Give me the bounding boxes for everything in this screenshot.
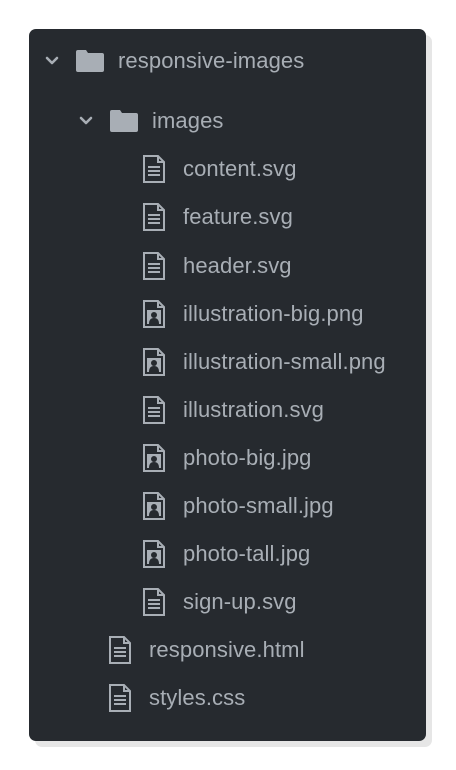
tree-file-content-svg[interactable]: content.svg bbox=[141, 145, 297, 193]
folder-icon bbox=[109, 109, 139, 133]
tree-file-header-svg[interactable]: header.svg bbox=[141, 242, 292, 290]
tree-file-label: styles.css bbox=[149, 685, 246, 710]
tree-folder-responsive-images[interactable]: responsive-images bbox=[41, 37, 304, 85]
text-file-icon bbox=[141, 588, 167, 616]
tree-file-label: illustration.svg bbox=[183, 397, 324, 422]
tree-file-responsive-html[interactable]: responsive.html bbox=[107, 626, 305, 674]
text-file-icon bbox=[107, 684, 133, 712]
tree-file-label: illustration-big.png bbox=[183, 301, 364, 326]
tree-file-photo-small-jpg[interactable]: photo-small.jpg bbox=[141, 482, 334, 530]
tree-folder-label: images bbox=[152, 108, 224, 133]
tree-file-photo-big-jpg[interactable]: photo-big.jpg bbox=[141, 434, 312, 482]
image-file-icon bbox=[141, 300, 167, 328]
tree-file-label: responsive.html bbox=[149, 637, 305, 662]
text-file-icon bbox=[141, 396, 167, 424]
tree-file-sign-up-svg[interactable]: sign-up.svg bbox=[141, 578, 297, 626]
tree-file-label: content.svg bbox=[183, 156, 297, 181]
tree-file-feature-svg[interactable]: feature.svg bbox=[141, 193, 293, 241]
image-file-icon bbox=[141, 444, 167, 472]
tree-file-illustration-small-png[interactable]: illustration-small.png bbox=[141, 338, 386, 386]
tree-file-styles-css[interactable]: styles.css bbox=[107, 674, 245, 722]
tree-file-label: illustration-small.png bbox=[183, 349, 386, 374]
tree-file-label: photo-big.jpg bbox=[183, 445, 312, 470]
file-tree-panel: responsive-images images content.svg fea… bbox=[29, 29, 426, 741]
image-file-icon bbox=[141, 348, 167, 376]
tree-file-illustration-big-png[interactable]: illustration-big.png bbox=[141, 290, 364, 338]
chevron-down-icon[interactable] bbox=[41, 50, 63, 72]
tree-file-label: feature.svg bbox=[183, 204, 293, 229]
tree-folder-label: responsive-images bbox=[118, 48, 305, 73]
tree-file-photo-tall-jpg[interactable]: photo-tall.jpg bbox=[141, 530, 310, 578]
tree-file-label: photo-small.jpg bbox=[183, 493, 334, 518]
text-file-icon bbox=[141, 203, 167, 231]
text-file-icon bbox=[141, 155, 167, 183]
tree-file-illustration-svg[interactable]: illustration.svg bbox=[141, 386, 324, 434]
text-file-icon bbox=[141, 252, 167, 280]
tree-folder-images[interactable]: images bbox=[75, 97, 224, 145]
chevron-down-icon[interactable] bbox=[75, 110, 97, 132]
image-file-icon bbox=[141, 540, 167, 568]
tree-file-label: photo-tall.jpg bbox=[183, 541, 311, 566]
tree-file-label: header.svg bbox=[183, 253, 292, 278]
image-file-icon bbox=[141, 492, 167, 520]
text-file-icon bbox=[107, 636, 133, 664]
tree-file-label: sign-up.svg bbox=[183, 589, 297, 614]
folder-icon bbox=[75, 49, 105, 73]
